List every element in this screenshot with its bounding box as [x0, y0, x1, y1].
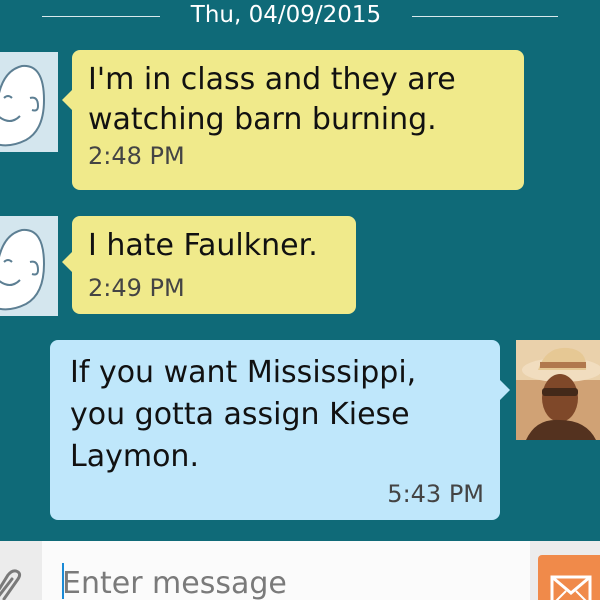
- contact-avatar[interactable]: [0, 216, 58, 316]
- date-divider-label: Thu, 04/09/2015: [190, 2, 382, 28]
- divider-line-left: [42, 16, 160, 17]
- message-timestamp: 2:48 PM: [88, 142, 185, 170]
- message-timestamp: 5:43 PM: [387, 480, 484, 508]
- message-input[interactable]: [62, 563, 502, 600]
- bubble-tail: [500, 380, 510, 400]
- message-text: If you want Mississippi, you gotta assig…: [70, 355, 417, 474]
- user-photo: [516, 340, 600, 440]
- message-composer: [0, 541, 600, 600]
- default-person-icon: [0, 52, 58, 152]
- message-bubble-incoming[interactable]: I hate Faulkner. 2:49 PM: [62, 216, 356, 314]
- contact-avatar[interactable]: [0, 52, 58, 152]
- message-timestamp: 2:49 PM: [88, 274, 185, 302]
- divider-line-right: [412, 16, 558, 17]
- message-text: I hate Faulkner.: [88, 228, 318, 263]
- bubble-tail: [62, 252, 72, 272]
- default-person-icon: [0, 216, 58, 316]
- user-avatar-photo[interactable]: [516, 340, 600, 440]
- send-envelope-icon: [550, 575, 592, 600]
- date-divider: Thu, 04/09/2015: [0, 0, 600, 32]
- attach-button[interactable]: [0, 541, 42, 600]
- message-input-area[interactable]: [42, 541, 530, 600]
- message-bubble-incoming[interactable]: I'm in class and they are watching barn …: [62, 50, 524, 190]
- bubble-tail: [62, 90, 72, 110]
- message-text: I'm in class and they are watching barn …: [88, 62, 456, 137]
- message-bubble-outgoing[interactable]: If you want Mississippi, you gotta assig…: [50, 340, 510, 520]
- paperclip-icon: [0, 569, 22, 600]
- messaging-screen: Thu, 04/09/2015 I'm in class and they ar…: [0, 0, 600, 600]
- send-button[interactable]: [538, 555, 600, 600]
